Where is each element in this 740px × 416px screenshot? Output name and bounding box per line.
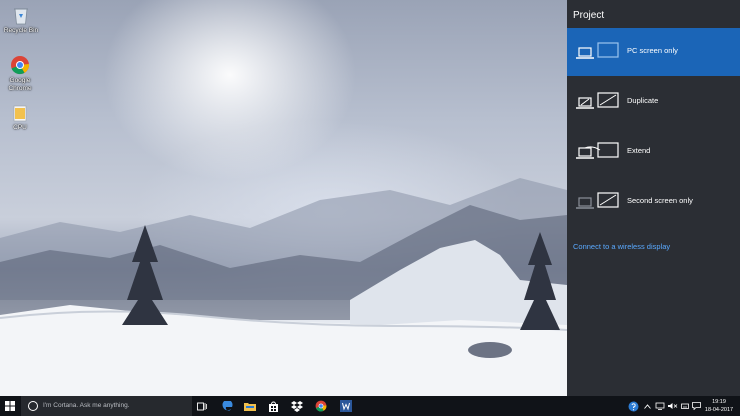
desktop-icon-label: Recycle Bin [3,27,39,34]
folder-icon [13,105,27,122]
task-view-icon [197,402,207,410]
connect-wireless-display-link[interactable]: Connect to a wireless display [573,242,670,251]
desktop-icon-recycle-bin[interactable]: Recycle Bin [1,5,41,35]
store-button[interactable] [263,396,283,416]
clock-date: 18-04-2017 [704,407,734,413]
keyboard-icon [681,403,689,409]
word-icon [340,400,352,412]
dropbox-icon [291,400,303,412]
winter-landscape [0,178,567,396]
show-hidden-icons-button[interactable] [642,396,652,416]
action-center-button[interactable] [690,396,702,416]
pc-screen-only-icon [576,42,619,59]
option-label: Extend [627,146,651,155]
desktop-icon-google-chrome[interactable]: Google Chrome [0,55,40,93]
option-label: Duplicate [627,96,659,105]
task-view-button[interactable] [193,396,211,416]
option-label: PC screen only [627,46,678,55]
duplicate-icon [576,92,619,109]
recycle-bin-icon [14,8,28,25]
chrome-taskbar-button[interactable] [311,396,331,416]
word-button[interactable] [336,396,356,416]
file-explorer-button[interactable] [240,396,260,416]
option-second-screen-only[interactable]: Second screen only [567,178,740,226]
network-icon [655,402,665,410]
clock-time: 19:19 [712,399,726,405]
help-button[interactable] [626,396,640,416]
option-extend[interactable]: Extend [567,128,740,176]
second-screen-only-icon [576,192,619,209]
cortana-search-box[interactable]: I'm Cortana. Ask me anything. [21,396,192,416]
search-placeholder: I'm Cortana. Ask me anything. [43,402,130,409]
edge-button[interactable] [217,396,237,416]
chrome-icon [315,400,327,412]
start-button[interactable] [0,396,20,416]
extend-icon [576,142,619,159]
keyboard-language-button[interactable] [680,396,690,416]
volume-button[interactable] [667,396,679,416]
windows-logo-icon [5,401,15,411]
option-label: Second screen only [627,196,693,205]
taskbar: I'm Cortana. Ask me anything. 19:19 18-0… [0,396,740,416]
option-pc-screen-only[interactable]: PC screen only [567,28,740,76]
desktop-icon-cpu[interactable]: CPU [0,104,40,132]
desktop-icon-label: Google Chrome [8,77,32,92]
dropbox-button[interactable] [287,396,307,416]
edge-icon [222,400,232,411]
chrome-icon [11,56,30,75]
project-panel: Project PC screen only Duplicate Extend [567,0,740,396]
network-button[interactable] [654,396,666,416]
cortana-icon [28,401,38,411]
desktop-icon-label: CPU [13,124,27,131]
file-explorer-icon [244,403,256,411]
option-duplicate[interactable]: Duplicate [567,78,740,126]
chevron-up-icon [643,403,651,409]
clock[interactable]: 19:19 18-04-2017 [702,396,736,416]
store-icon [268,401,278,412]
panel-title: Project [573,10,605,21]
help-icon [628,401,638,411]
action-center-icon [691,402,701,410]
volume-muted-icon [668,403,678,409]
